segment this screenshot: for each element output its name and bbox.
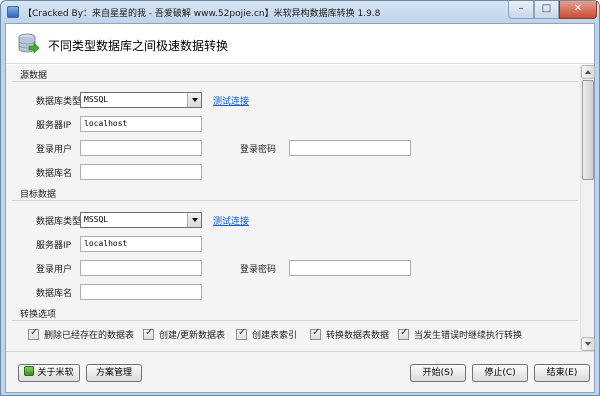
window-title: 【Cracked By：来自星星的我 - 吾爱破解 www.52pojie.cn…: [23, 9, 381, 19]
client-area: 不同类型数据库之间极速数据转换 源数据 数据库类型 MSSQL 测试连接 服务器…: [5, 23, 595, 393]
checkbox-checked-icon[interactable]: [28, 327, 39, 340]
checkbox-checked-icon[interactable]: [143, 327, 154, 340]
source-server-input[interactable]: localhost: [80, 116, 202, 132]
settings-panel[interactable]: 源数据 数据库类型 MSSQL 测试连接 服务器IP localhost 登录用…: [6, 65, 580, 351]
target-server-input[interactable]: localhost: [80, 236, 202, 252]
about-icon: [24, 366, 35, 376]
target-db-type-select[interactable]: MSSQL: [80, 212, 202, 228]
checkbox-checked-icon[interactable]: [236, 327, 247, 340]
target-dbname-input[interactable]: [80, 284, 202, 300]
source-db-type-select[interactable]: MSSQL: [80, 92, 202, 108]
source-server-label: 服务器IP: [36, 121, 72, 131]
title-bar[interactable]: 【Cracked By：来自星星的我 - 吾爱破解 www.52pojie.cn…: [1, 1, 599, 23]
chevron-down-icon[interactable]: [187, 93, 201, 107]
checkbox-checked-icon[interactable]: [398, 327, 409, 340]
vertical-scrollbar[interactable]: [580, 65, 595, 351]
about-button[interactable]: 关于米软: [18, 364, 80, 382]
target-section-title: 目标数据: [20, 190, 57, 200]
plan-management-button[interactable]: 方案管理: [86, 364, 142, 382]
target-password-input[interactable]: [289, 260, 411, 276]
option-label: 删除已经存在的数据表: [44, 331, 135, 341]
target-divider: [12, 200, 578, 201]
source-db-type-label: 数据库类型: [36, 97, 82, 107]
target-test-connection-link[interactable]: 测试连接: [213, 214, 249, 227]
checkbox-checked-icon[interactable]: [310, 327, 321, 340]
scrollbar-thumb[interactable]: [582, 80, 594, 180]
source-password-input[interactable]: [289, 140, 411, 156]
source-dbname-input[interactable]: [80, 164, 202, 180]
target-db-type-value: MSSQL: [84, 215, 109, 224]
source-user-input[interactable]: [80, 140, 202, 156]
option-label: 转换数据表数据: [326, 331, 390, 341]
about-button-label: 关于米软: [37, 368, 74, 378]
options-divider: [12, 320, 578, 321]
target-db-type-label: 数据库类型: [36, 217, 82, 227]
source-section-title: 源数据: [20, 71, 48, 81]
button-bar: 关于米软 方案管理 开始(S) 停止(C) 结束(E): [6, 351, 594, 392]
source-user-label: 登录用户: [36, 145, 73, 155]
header-banner: 不同类型数据库之间极速数据转换: [6, 24, 594, 64]
source-dbname-label: 数据库名: [36, 169, 73, 179]
target-user-label: 登录用户: [36, 265, 73, 275]
chevron-down-icon[interactable]: [187, 213, 201, 227]
target-user-input[interactable]: [80, 260, 202, 276]
source-divider: [12, 81, 578, 82]
app-window: 【Cracked By：来自星星的我 - 吾爱破解 www.52pojie.cn…: [0, 0, 600, 396]
scroll-up-arrow-icon[interactable]: [581, 65, 595, 79]
source-password-label: 登录密码: [240, 145, 277, 155]
target-password-label: 登录密码: [240, 265, 277, 275]
scroll-down-arrow-icon[interactable]: [581, 337, 595, 351]
source-test-connection-link[interactable]: 测试连接: [213, 94, 249, 107]
end-button[interactable]: 结束(E): [534, 364, 590, 382]
option-label: 创建/更新数据表: [159, 331, 226, 341]
minimize-button[interactable]: –: [508, 1, 534, 19]
page-title: 不同类型数据库之间极速数据转换: [48, 39, 229, 53]
option-label: 创建表索引: [252, 331, 298, 341]
option-label: 当发生错误时继续执行转换: [414, 331, 523, 341]
target-server-label: 服务器IP: [36, 241, 72, 251]
source-db-type-value: MSSQL: [84, 95, 109, 104]
start-button[interactable]: 开始(S): [410, 364, 466, 382]
maximize-button[interactable]: □: [534, 1, 559, 19]
database-convert-icon: [18, 33, 40, 54]
target-dbname-label: 数据库名: [36, 289, 73, 299]
app-icon: [7, 6, 19, 18]
close-button[interactable]: ✕: [559, 1, 597, 19]
stop-button[interactable]: 停止(C): [472, 364, 528, 382]
options-section-title: 转换选项: [20, 310, 57, 320]
